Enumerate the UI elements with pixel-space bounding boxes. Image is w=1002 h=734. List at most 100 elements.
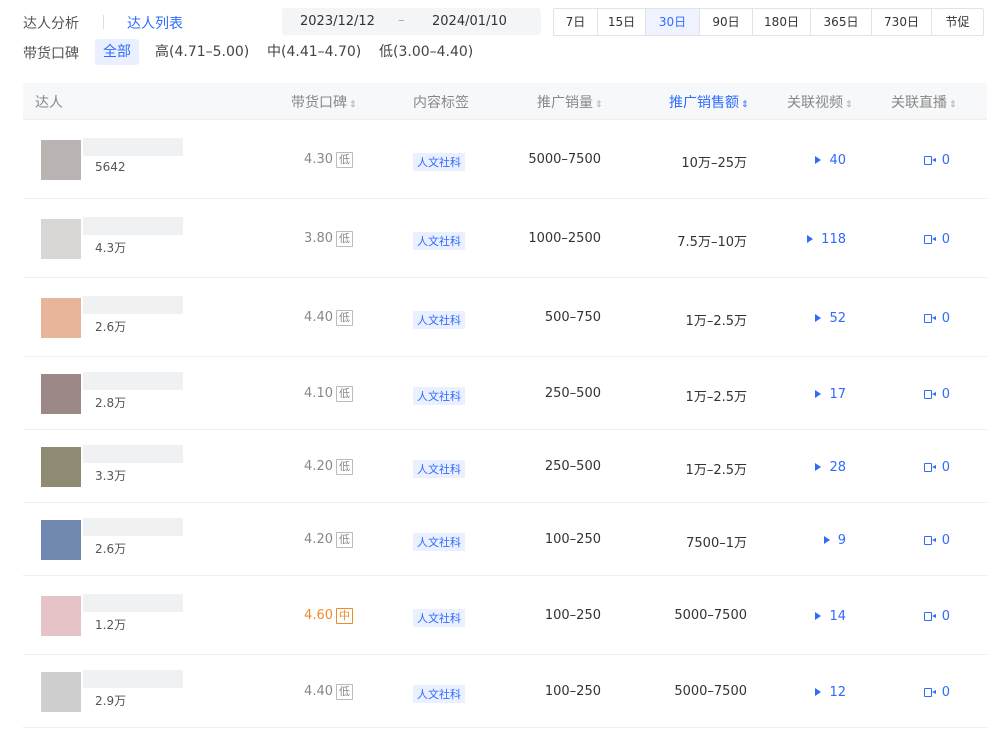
play-icon: [815, 314, 822, 322]
video-camera-icon: [923, 612, 936, 621]
table-row[interactable]: 4.3万 3.80 低 人文社科 1000–2500 7.5万–10万 118 0: [23, 199, 987, 278]
sort-icon[interactable]: ⇕: [595, 100, 603, 110]
date-start[interactable]: 2023/12/12: [300, 14, 375, 29]
avatar[interactable]: [41, 219, 81, 259]
blurred-name: [83, 445, 183, 463]
table-row[interactable]: 2.6万 4.20 低 人文社科 100–250 7500–1万 9 0: [23, 503, 987, 576]
reputation-level-badge: 低: [336, 152, 353, 168]
avatar[interactable]: [41, 140, 81, 180]
content-tag[interactable]: 人文社科: [413, 460, 465, 478]
related-lives[interactable]: 0: [923, 533, 950, 548]
table-row[interactable]: 2.9万 4.40 低 人文社科 100–250 5000–7500 12 0: [23, 655, 987, 728]
related-videos[interactable]: 17: [815, 387, 846, 402]
period-30d[interactable]: 30日: [646, 9, 700, 35]
reputation-score: 3.80 低: [304, 231, 353, 247]
period-730d[interactable]: 730日: [872, 9, 932, 35]
filter-low-chip[interactable]: 低(3.00–4.40): [379, 39, 473, 65]
related-videos[interactable]: 118: [807, 232, 846, 247]
period-180d[interactable]: 180日: [753, 9, 811, 35]
table-row[interactable]: 5642 4.30 低 人文社科 5000–7500 10万–25万 40 0: [23, 120, 987, 199]
related-lives[interactable]: 0: [923, 387, 950, 402]
sort-icon[interactable]: ⇕: [741, 100, 749, 110]
tab-influencer-analysis[interactable]: 达人分析: [23, 13, 79, 33]
content-tag[interactable]: 人文社科: [413, 311, 465, 329]
date-end[interactable]: 2024/01/10: [432, 14, 507, 29]
filter-all-chip[interactable]: 全部: [95, 39, 139, 65]
filter-mid-chip[interactable]: 中(4.41–4.70): [267, 39, 361, 65]
related-videos[interactable]: 9: [823, 533, 846, 548]
reputation-score: 4.40 低: [304, 684, 353, 700]
related-videos[interactable]: 12: [815, 685, 846, 700]
related-videos[interactable]: 52: [815, 311, 846, 326]
period-365d[interactable]: 365日: [811, 9, 872, 35]
sort-icon[interactable]: ⇕: [845, 100, 853, 110]
video-camera-icon: [923, 235, 936, 244]
related-lives[interactable]: 0: [923, 311, 950, 326]
content-tag[interactable]: 人文社科: [413, 685, 465, 703]
related-lives[interactable]: 0: [923, 685, 950, 700]
video-camera-icon: [923, 536, 936, 545]
reputation-score: 4.60 中: [304, 608, 353, 624]
avatar[interactable]: [41, 374, 81, 414]
date-range-picker[interactable]: 2023/12/12 – 2024/01/10: [282, 8, 541, 35]
col-volume[interactable]: 推广销量 ⇕: [537, 92, 603, 112]
avatar[interactable]: [41, 520, 81, 560]
related-lives[interactable]: 0: [923, 609, 950, 624]
sort-icon[interactable]: ⇕: [949, 100, 957, 110]
content-tag[interactable]: 人文社科: [413, 387, 465, 405]
promo-volume: 100–250: [544, 684, 601, 699]
play-icon: [815, 688, 822, 696]
content-tag[interactable]: 人文社科: [413, 153, 465, 171]
promo-amount: 1万–2.5万: [685, 314, 747, 329]
tab-influencer-list[interactable]: 达人列表: [127, 13, 183, 33]
play-icon: [815, 156, 822, 164]
period-7d[interactable]: 7日: [554, 9, 598, 35]
content-tag[interactable]: 人文社科: [413, 232, 465, 250]
fans-count: 4.3万: [95, 241, 127, 255]
related-lives[interactable]: 0: [923, 460, 950, 475]
blurred-name: [83, 594, 183, 612]
avatar[interactable]: [41, 298, 81, 338]
period-15d[interactable]: 15日: [598, 9, 646, 35]
fans-count: 2.6万: [95, 542, 127, 556]
table-row[interactable]: 2.6万 4.40 低 人文社科 500–750 1万–2.5万 52 0: [23, 278, 987, 357]
related-lives[interactable]: 0: [923, 232, 950, 247]
reputation-level-badge: 低: [336, 310, 353, 326]
date-separator: –: [398, 13, 405, 28]
period-90d[interactable]: 90日: [700, 9, 753, 35]
video-camera-icon: [923, 314, 936, 323]
col-videos[interactable]: 关联视频 ⇕: [787, 92, 853, 112]
avatar[interactable]: [41, 596, 81, 636]
filter-label: 带货口碑: [23, 46, 79, 62]
video-camera-icon: [923, 688, 936, 697]
content-tag[interactable]: 人文社科: [413, 533, 465, 551]
fans-count: 1.2万: [95, 618, 127, 632]
table-row[interactable]: 2.8万 4.10 低 人文社科 250–500 1万–2.5万 17 0: [23, 357, 987, 430]
blurred-name: [83, 296, 183, 314]
promo-amount: 7.5万–10万: [677, 235, 747, 250]
col-amount[interactable]: 推广销售额 ⇕: [669, 92, 749, 112]
avatar[interactable]: [41, 672, 81, 712]
related-lives[interactable]: 0: [923, 153, 950, 168]
avatar[interactable]: [41, 447, 81, 487]
blurred-name: [83, 372, 183, 390]
reputation-level-badge: 低: [336, 684, 353, 700]
col-reputation[interactable]: 带货口碑 ⇕: [291, 92, 357, 112]
filter-high-chip[interactable]: 高(4.71–5.00): [155, 39, 249, 65]
blurred-name: [83, 138, 183, 156]
promo-volume: 500–750: [544, 310, 601, 325]
table-row[interactable]: 1.2万 4.60 中 人文社科 100–250 5000–7500 14 0: [23, 576, 987, 655]
sort-icon[interactable]: ⇕: [349, 100, 357, 110]
reputation-score: 4.10 低: [304, 386, 353, 402]
promo-amount: 1万–2.5万: [685, 463, 747, 478]
fans-count: 5642: [95, 160, 126, 174]
col-lives[interactable]: 关联直播 ⇕: [891, 92, 957, 112]
promo-amount: 1万–2.5万: [685, 390, 747, 405]
related-videos[interactable]: 28: [815, 460, 846, 475]
table-row[interactable]: 3.3万 4.20 低 人文社科 250–500 1万–2.5万 28 0: [23, 430, 987, 503]
related-videos[interactable]: 40: [815, 153, 846, 168]
table-header: 达人 带货口碑 ⇕ 内容标签 推广销量 ⇕ 推广销售额 ⇕ 关联视频 ⇕ 关联直播 ⇕: [23, 83, 987, 120]
period-promo[interactable]: 节促: [932, 9, 983, 35]
related-videos[interactable]: 14: [815, 609, 846, 624]
content-tag[interactable]: 人文社科: [413, 609, 465, 627]
